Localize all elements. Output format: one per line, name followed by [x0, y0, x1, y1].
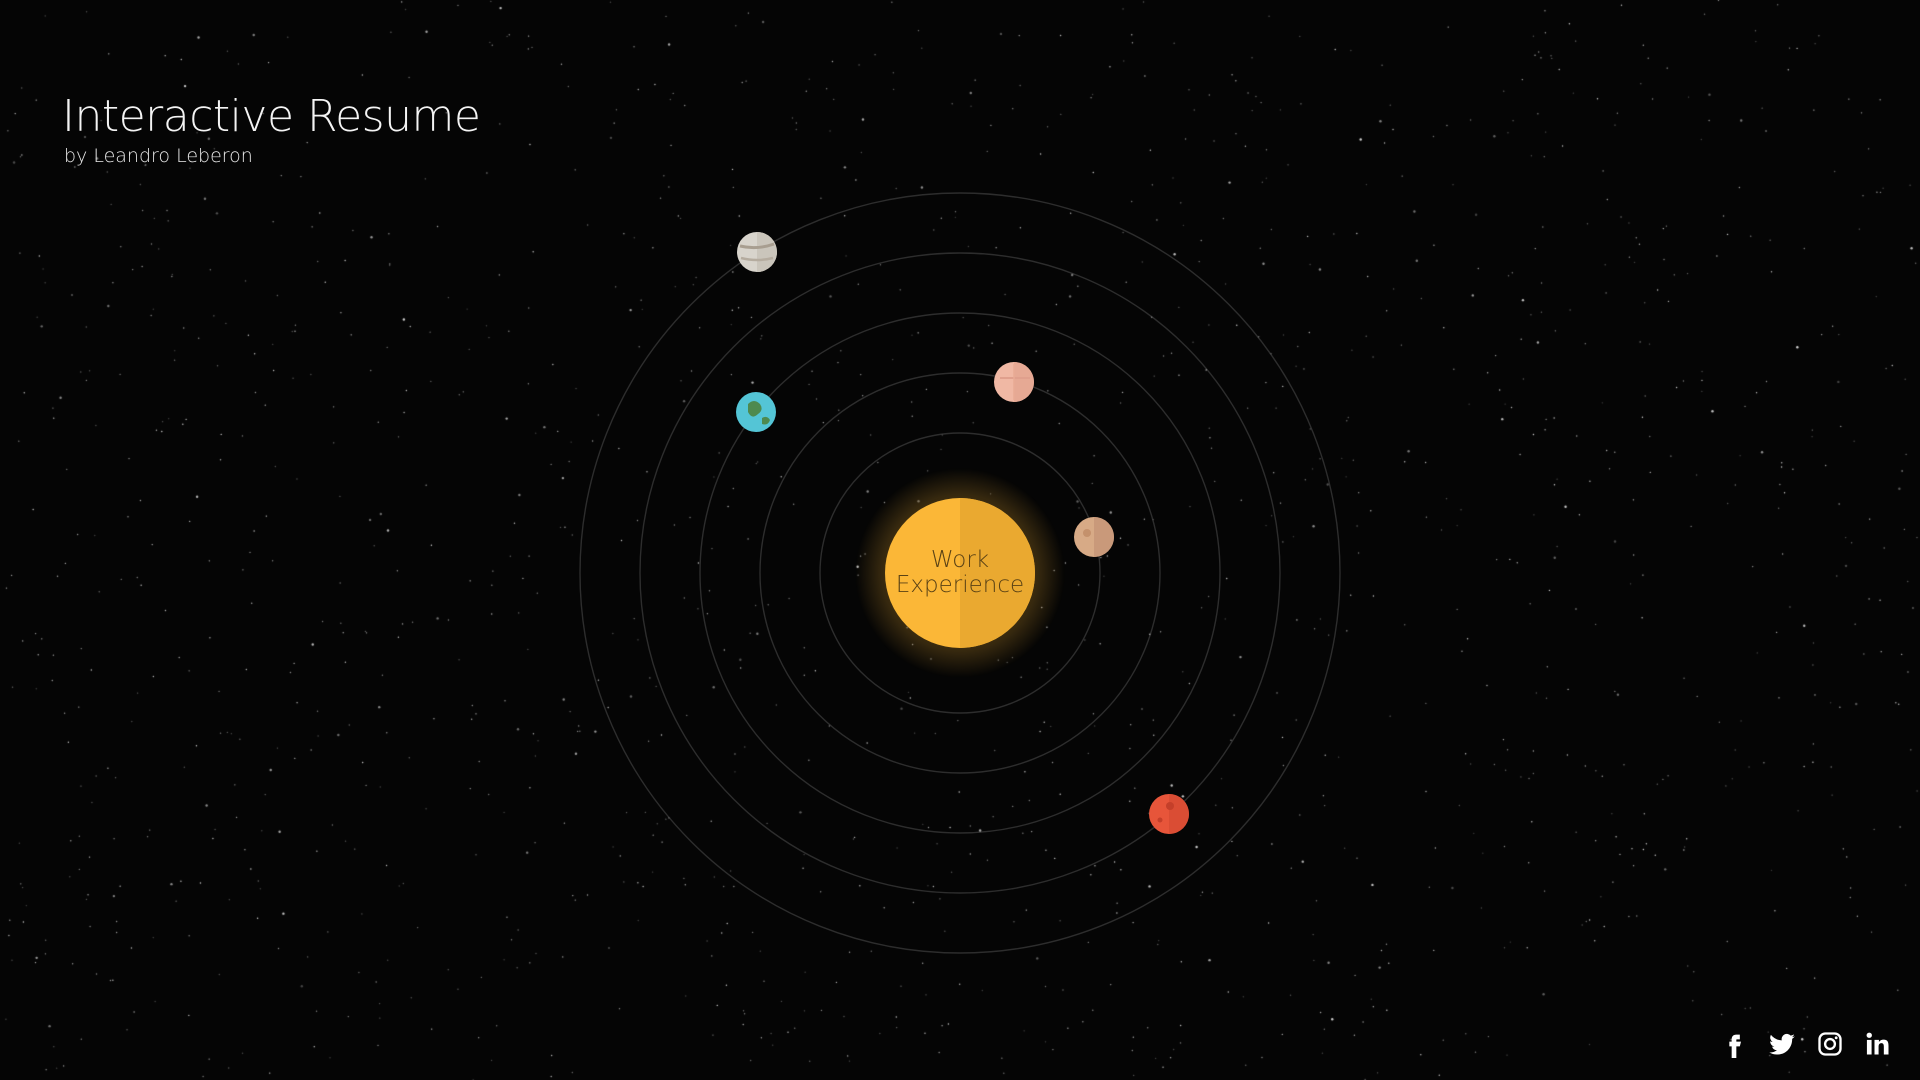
twitter-link[interactable]	[1768, 1030, 1796, 1058]
earth-planet[interactable]	[736, 392, 776, 432]
work-experience-label[interactable]: Work Experience	[885, 498, 1035, 648]
sun-label-line1: Work	[930, 547, 990, 573]
linkedin-link[interactable]	[1864, 1030, 1892, 1058]
sun-label-line2: Experience	[895, 572, 1025, 598]
facebook-link[interactable]	[1720, 1030, 1748, 1058]
venus-planet[interactable]	[1074, 517, 1114, 557]
linkedin-icon	[1866, 1032, 1889, 1055]
jupiter-planet[interactable]	[737, 232, 777, 272]
instagram-link[interactable]	[1816, 1030, 1844, 1058]
facebook-icon	[1729, 1034, 1741, 1058]
mars-planet[interactable]	[1149, 794, 1189, 834]
mercury-planet[interactable]	[994, 362, 1034, 402]
twitter-icon	[1769, 1033, 1795, 1055]
social-links	[1720, 1030, 1892, 1058]
instagram-icon	[1818, 1032, 1842, 1056]
